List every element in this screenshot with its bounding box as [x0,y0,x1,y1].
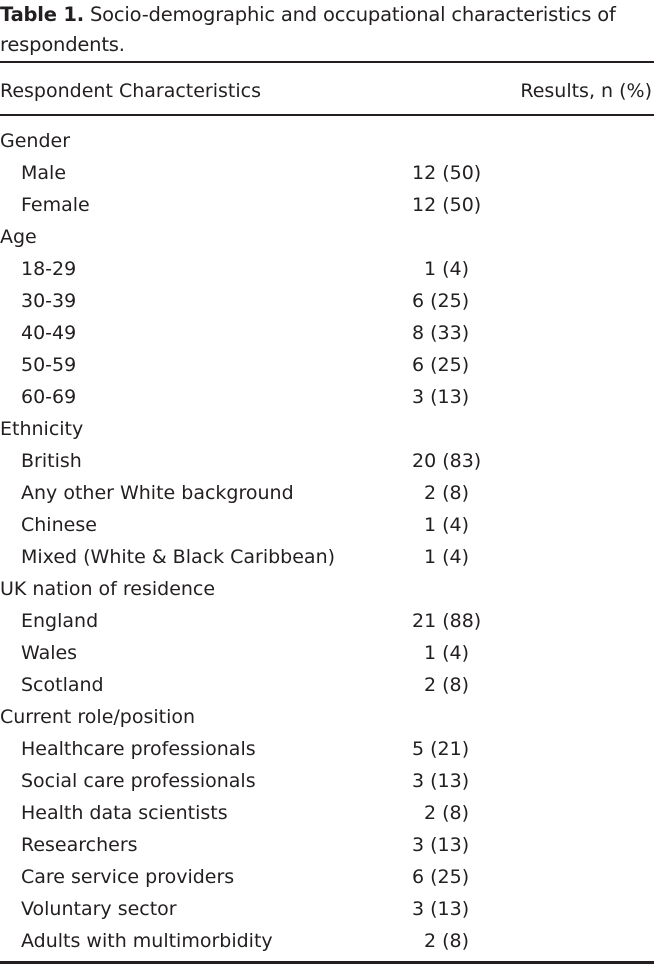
table-row: Health data scientists 2 (8) [0,797,654,829]
row-value: 5 (21) [412,738,470,760]
row-value: 12 (50) [412,194,482,216]
row-value: 1 (4) [423,546,469,568]
table-group-row: Age [0,221,654,253]
table-row: 50-59 6 (25) [0,349,654,381]
table-group-row: Current role/position [0,701,654,733]
row-value: 20 (83) [412,450,482,472]
table-row: Male 12 (50) [0,157,654,189]
row-label: 50-59 [21,354,77,376]
row-label: 18-29 [21,258,77,280]
table-row: Care service providers 6 (25) [0,861,654,893]
table-caption-text: Socio-demographic and occupational chara… [0,3,616,56]
table-header-row: Respondent Characteristics Results, n (%… [0,74,654,108]
row-label: Wales [21,642,78,664]
row-value: 3 (13) [412,898,470,920]
row-value: 6 (25) [412,354,470,376]
table-row: Any other White background 2 (8) [0,477,654,509]
column-header-results: Results, n (%) [520,80,652,102]
row-label: Female [21,194,90,216]
row-value: 21 (88) [412,610,482,632]
row-value: 3 (13) [412,770,470,792]
table-row: 30-39 6 (25) [0,285,654,317]
row-label: Scotland [21,674,104,696]
row-value: 2 (8) [423,482,469,504]
row-label: Health data scientists [21,802,228,824]
table-caption: Table 1. Socio-demographic and occupatio… [0,0,654,60]
row-value: 6 (25) [412,290,470,312]
table-row: 18-29 1 (4) [0,253,654,285]
column-header-characteristics: Respondent Characteristics [0,80,261,102]
row-label: Social care professionals [21,770,256,792]
row-label: Healthcare professionals [21,738,256,760]
table-row: 60-69 3 (13) [0,381,654,413]
row-label: Researchers [21,834,138,856]
group-label: Ethnicity [0,418,84,440]
row-label: British [21,450,82,472]
table-row: Healthcare professionals 5 (21) [0,733,654,765]
row-value: 2 (8) [423,802,469,824]
row-label: Chinese [21,514,97,536]
row-label: 60-69 [21,386,77,408]
row-label: England [21,610,99,632]
table-row: Voluntary sector 3 (13) [0,893,654,925]
table-row: Female 12 (50) [0,189,654,221]
table-header-rule [0,114,654,116]
row-label: Care service providers [21,866,235,888]
row-value: 2 (8) [423,930,469,952]
row-label: 40-49 [21,322,77,344]
table-row: Scotland 2 (8) [0,669,654,701]
table-row: England 21 (88) [0,605,654,637]
row-value: 2 (8) [423,674,469,696]
table-group-row: Gender [0,125,654,157]
group-label: Age [0,226,37,248]
table-row: Mixed (White & Black Caribbean) 1 (4) [0,541,654,573]
table-group-row: UK nation of residence [0,573,654,605]
group-label: Gender [0,130,71,152]
row-value: 3 (13) [412,386,470,408]
row-label: Voluntary sector [21,898,177,920]
table-row: Wales 1 (4) [0,637,654,669]
row-label: 30-39 [21,290,77,312]
table-row: Researchers 3 (13) [0,829,654,861]
table-caption-label: Table 1. [0,3,84,26]
row-label: Any other White background [21,482,294,504]
row-value: 1 (4) [423,642,469,664]
row-value: 1 (4) [423,258,469,280]
table-row: 40-49 8 (33) [0,317,654,349]
table-group-row: Ethnicity [0,413,654,445]
table-row: Chinese 1 (4) [0,509,654,541]
table-body: Gender Male 12 (50) Female 12 (50) Age 18-29 1 … [0,125,654,957]
group-label: Current role/position [0,706,196,728]
table-row: Adults with multimorbidity 2 (8) [0,925,654,957]
table-top-rule [0,61,654,63]
group-label: UK nation of residence [0,578,216,600]
table-row: British 20 (83) [0,445,654,477]
row-value: 6 (25) [412,866,470,888]
row-value: 12 (50) [412,162,482,184]
row-label: Adults with multimorbidity [21,930,273,952]
row-label: Mixed (White & Black Caribbean) [21,546,336,568]
row-value: 3 (13) [412,834,470,856]
table-row: Social care professionals 3 (13) [0,765,654,797]
row-label: Male [21,162,67,184]
row-value: 1 (4) [423,514,469,536]
row-value: 8 (33) [412,322,470,344]
